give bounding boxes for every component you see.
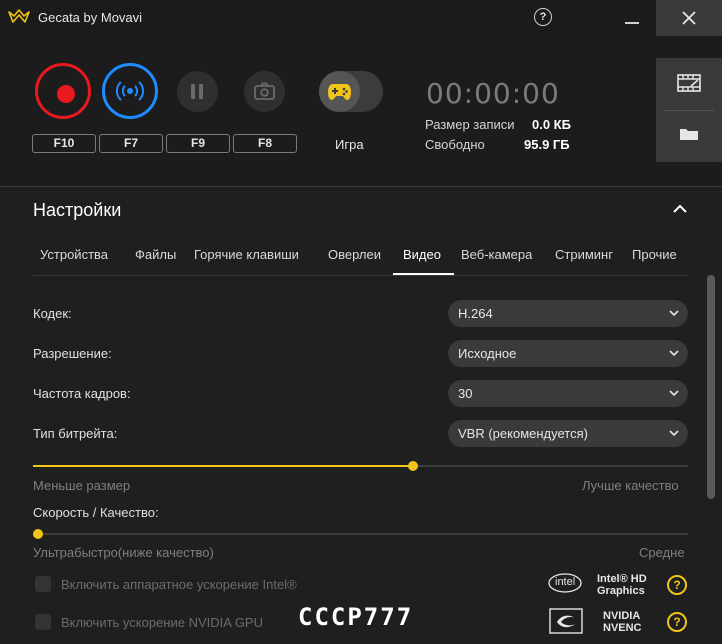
codec-label: Кодек: — [33, 306, 72, 321]
control-panel: F10 F7 F9 F8 Игра 00:00:00 Размер записи… — [0, 36, 722, 187]
chevron-down-icon — [669, 390, 679, 397]
tab-streaming[interactable]: Стриминг — [555, 247, 613, 262]
record-icon — [57, 85, 75, 103]
bitrate-select[interactable]: VBR (рекомендуется) — [448, 420, 688, 447]
title-bar: Gecata by Movavi ? — [0, 0, 722, 36]
active-tab-indicator — [393, 273, 454, 275]
speed-slider[interactable] — [33, 529, 688, 539]
intel-hd-graphics-label: Intel® HD Graphics — [597, 573, 647, 597]
tab-video[interactable]: Видео — [403, 247, 441, 262]
quality-max-label: Лучше качество — [582, 478, 679, 493]
collapse-chevron-up-icon[interactable] — [671, 201, 689, 217]
hotkey-stream[interactable]: F7 — [99, 134, 163, 153]
bitrate-value: VBR (рекомендуется) — [458, 426, 588, 441]
hotkey-record[interactable]: F10 — [32, 134, 96, 153]
help-button[interactable]: ? — [534, 8, 552, 26]
tab-webcam[interactable]: Веб-камера — [461, 247, 532, 262]
quality-min-label: Меньше размер — [33, 478, 131, 493]
fps-value: 30 — [458, 386, 473, 401]
fps-select[interactable]: 30 — [448, 380, 688, 407]
hotkey-screenshot[interactable]: F8 — [233, 134, 297, 153]
recording-timer: 00:00:00 — [426, 77, 560, 110]
game-mode-label: Игра — [335, 137, 364, 152]
chevron-down-icon — [669, 430, 679, 437]
quality-slider-handle[interactable] — [408, 461, 418, 471]
nvidia-accel-checkbox[interactable] — [35, 614, 51, 630]
settings-title: Настройки — [33, 200, 122, 220]
bitrate-label: Тип битрейта: — [33, 426, 118, 441]
record-size-label: Размер записи — [425, 117, 515, 132]
close-button[interactable] — [656, 0, 722, 36]
app-title: Gecata by Movavi — [38, 10, 143, 25]
quality-slider-fill — [33, 465, 413, 467]
tab-overlays[interactable]: Оверлеи — [328, 247, 381, 262]
tab-hotkeys[interactable]: Горячие клавиши — [194, 247, 299, 262]
tab-other[interactable]: Прочие — [632, 247, 677, 262]
chevron-down-icon — [669, 310, 679, 317]
fps-label: Частота кадров: — [33, 386, 131, 401]
chevron-down-icon — [669, 350, 679, 357]
intel-accel-label: Включить аппаратное ускорение Intel® — [61, 577, 297, 592]
pause-button[interactable] — [177, 71, 218, 112]
record-button[interactable] — [35, 63, 91, 119]
resolution-label: Разрешение: — [33, 346, 112, 361]
screenshot-button[interactable] — [244, 71, 285, 112]
speed-min-label: Ультрабыстро(ниже качество) — [33, 545, 214, 560]
hotkey-pause[interactable]: F9 — [166, 134, 230, 153]
broadcast-icon — [116, 81, 144, 101]
film-edit-icon — [677, 74, 701, 92]
minimize-button[interactable] — [625, 22, 639, 24]
gecata-logo-icon — [8, 9, 30, 25]
speed-slider-handle[interactable] — [33, 529, 43, 539]
speed-quality-label: Скорость / Качество: — [33, 505, 159, 520]
intel-accel-checkbox[interactable] — [35, 576, 51, 592]
free-space-value: 95.9 ГБ — [524, 137, 570, 152]
free-space-label: Свободно — [425, 137, 485, 152]
watermark-text: СССР777 — [298, 603, 414, 631]
nvidia-nvenc-label: NVIDIA NVENC — [603, 610, 642, 634]
close-icon — [682, 11, 696, 25]
settings-scrollbar[interactable] — [707, 275, 715, 499]
tab-devices[interactable]: Устройства — [40, 247, 108, 262]
speed-max-label: Средне — [639, 545, 685, 560]
camera-icon — [254, 82, 275, 100]
nvidia-logo-icon — [549, 608, 583, 637]
intel-logo: intel — [547, 572, 583, 597]
resolution-select[interactable]: Исходное — [448, 340, 688, 367]
nvidia-accel-label: Включить ускорение NVIDIA GPU — [61, 615, 263, 630]
gamepad-icon — [328, 84, 351, 100]
folder-icon — [680, 129, 698, 140]
codec-value: H.264 — [458, 306, 493, 321]
stream-button[interactable] — [102, 63, 158, 119]
codec-select[interactable]: H.264 — [448, 300, 688, 327]
game-mode-toggle[interactable] — [319, 71, 383, 112]
tab-files[interactable]: Файлы — [135, 247, 176, 262]
open-folder-button[interactable] — [656, 110, 722, 162]
settings-tabs: Устройства Файлы Горячие клавиши Оверлеи… — [33, 247, 688, 276]
record-size-value: 0.0 КБ — [532, 117, 571, 132]
nvidia-help-icon[interactable]: ? — [667, 612, 687, 632]
resolution-value: Исходное — [458, 346, 517, 361]
side-panel — [656, 58, 722, 162]
quality-slider[interactable] — [33, 461, 688, 471]
pause-icon — [191, 84, 195, 99]
video-editor-button[interactable] — [656, 58, 722, 110]
game-mode-knob — [319, 71, 360, 112]
intel-help-icon[interactable]: ? — [667, 575, 687, 595]
